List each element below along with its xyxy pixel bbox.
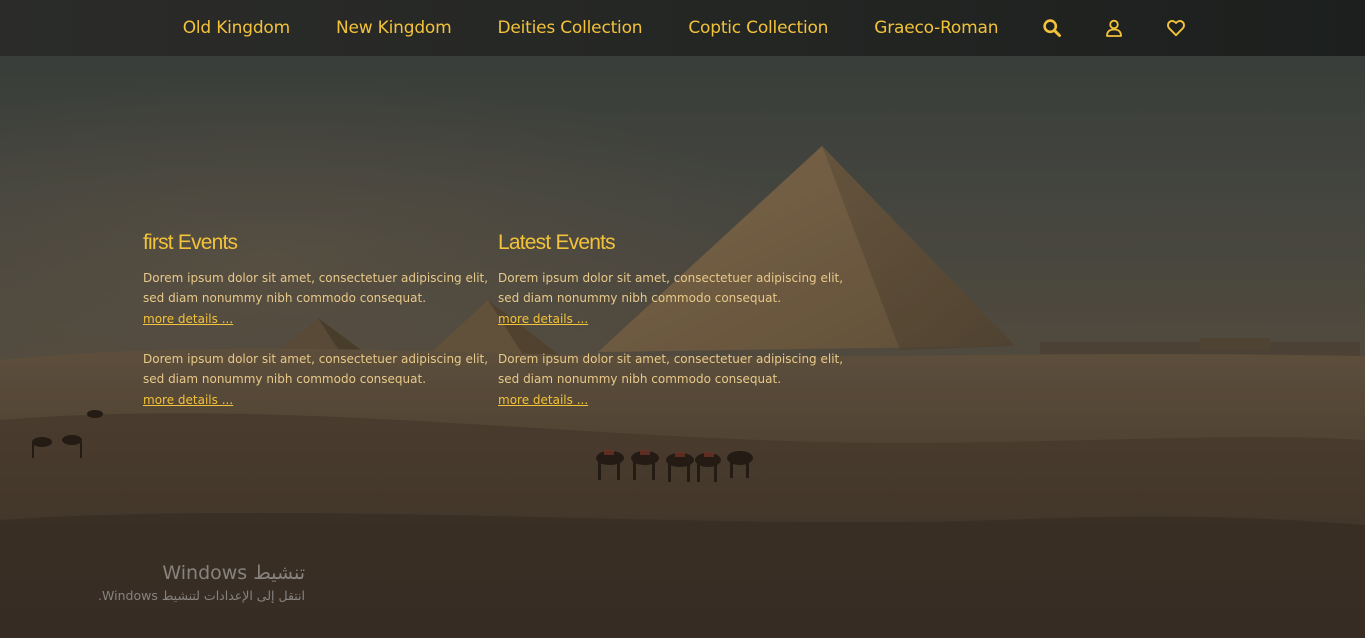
- nav-menu: Old Kingdom New Kingdom Deities Collecti…: [160, 18, 1208, 38]
- search-icon[interactable]: [1042, 18, 1062, 38]
- user-icon[interactable]: [1104, 18, 1124, 38]
- nav-item-deities-collection[interactable]: Deities Collection: [497, 18, 642, 38]
- event-item: Dorem ipsum dolor sit amet, consectetuer…: [498, 268, 853, 329]
- event-text-line: Dorem ipsum dolor sit amet, consectetuer…: [143, 271, 489, 285]
- latest-events-title: Latest Events: [498, 231, 616, 254]
- windows-activation-watermark: تنشيط Windows انتقل إلى الإعدادات لتنشيط…: [60, 560, 305, 606]
- event-text-line: sed diam nonummy nibh commodo consequat.: [143, 372, 427, 386]
- watermark-subtitle: انتقل إلى الإعدادات لتنشيط Windows.: [98, 588, 305, 603]
- first-events-column: first Events Dorem ipsum dolor sit amet,…: [143, 228, 498, 430]
- more-details-link[interactable]: more details ...: [498, 309, 588, 329]
- more-details-link[interactable]: more details ...: [143, 390, 233, 410]
- main-navbar: Old Kingdom New Kingdom Deities Collecti…: [0, 0, 1365, 56]
- event-text-line: sed diam nonummy nibh commodo consequat.: [498, 372, 782, 386]
- event-item: Dorem ipsum dolor sit amet, consectetuer…: [498, 349, 853, 410]
- more-details-link[interactable]: more details ...: [143, 309, 233, 329]
- event-item: Dorem ipsum dolor sit amet, consectetuer…: [143, 268, 498, 329]
- event-item: Dorem ipsum dolor sit amet, consectetuer…: [143, 349, 498, 410]
- event-text-line: Dorem ipsum dolor sit amet, consectetuer…: [498, 271, 844, 285]
- more-details-link[interactable]: more details ...: [498, 390, 588, 410]
- latest-events-column: Latest Events Dorem ipsum dolor sit amet…: [498, 228, 853, 430]
- nav-item-coptic-collection[interactable]: Coptic Collection: [688, 18, 828, 38]
- event-text-line: sed diam nonummy nibh commodo consequat.: [143, 291, 427, 305]
- nav-item-old-kingdom[interactable]: Old Kingdom: [183, 18, 290, 38]
- heart-icon[interactable]: [1166, 18, 1186, 38]
- nav-item-graeco-roman[interactable]: Graeco-Roman: [874, 18, 998, 38]
- first-events-title: first Events: [143, 231, 238, 254]
- watermark-title: تنشيط Windows: [162, 562, 305, 584]
- event-text-line: sed diam nonummy nibh commodo consequat.: [498, 291, 782, 305]
- events-section: first Events Dorem ipsum dolor sit amet,…: [143, 228, 853, 430]
- nav-item-new-kingdom[interactable]: New Kingdom: [336, 18, 452, 38]
- event-text-line: Dorem ipsum dolor sit amet, consectetuer…: [143, 352, 489, 366]
- event-text-line: Dorem ipsum dolor sit amet, consectetuer…: [498, 352, 844, 366]
